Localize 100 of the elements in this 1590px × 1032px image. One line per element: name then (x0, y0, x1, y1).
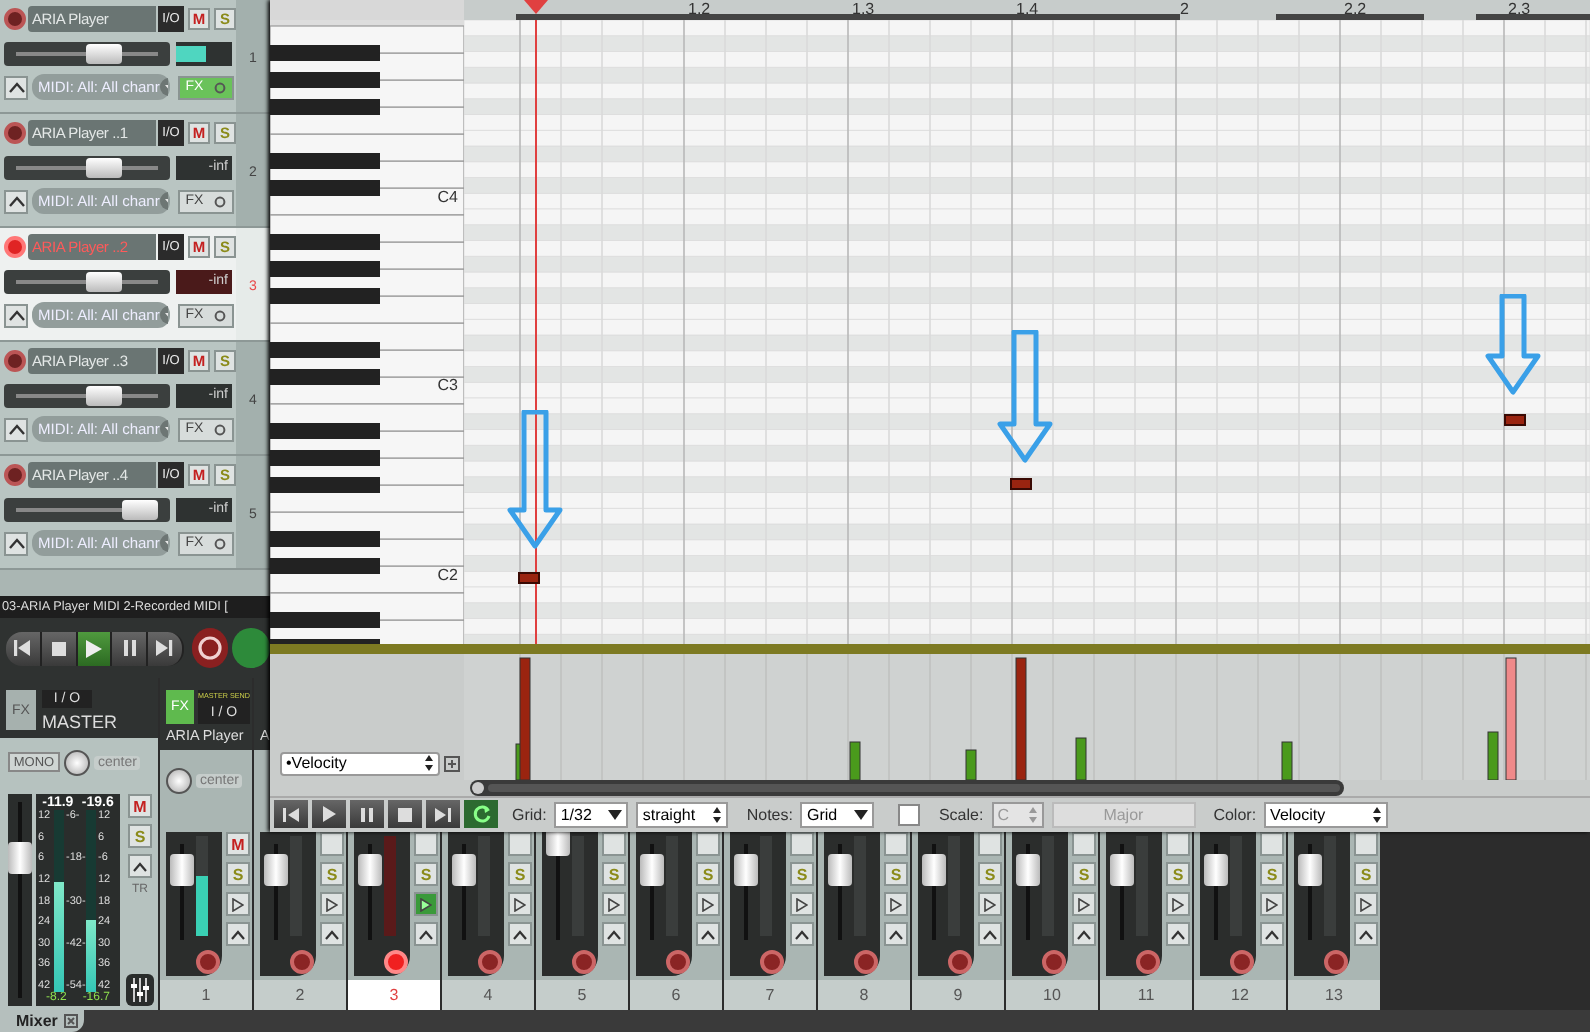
record-arm-button[interactable] (760, 950, 784, 974)
fader-thumb[interactable] (452, 853, 476, 886)
solo-button[interactable]: S (1072, 862, 1096, 886)
slider-thumb[interactable] (85, 271, 122, 291)
mute-button[interactable] (1072, 832, 1096, 856)
monitor-button[interactable] (1260, 892, 1284, 916)
envelope-button[interactable] (1260, 922, 1284, 946)
solo-button[interactable]: S (696, 862, 720, 886)
envelope-button[interactable] (884, 922, 908, 946)
monitor-button[interactable] (1072, 892, 1096, 916)
monitor-button[interactable] (414, 892, 438, 916)
mute-button[interactable] (1260, 832, 1284, 856)
skip-back-button[interactable] (274, 800, 308, 829)
fader-thumb[interactable] (828, 853, 852, 886)
swing-dropdown[interactable]: straight (636, 801, 729, 828)
play-button[interactable] (312, 800, 346, 829)
solo-button[interactable]: S (128, 824, 152, 848)
skip-forward-button[interactable] (426, 800, 460, 829)
volume-fader[interactable] (8, 794, 32, 1006)
monitor-button[interactable] (508, 892, 532, 916)
strip-number[interactable]: 9 (912, 980, 1004, 1010)
record-arm-button[interactable] (384, 950, 408, 974)
solo-button[interactable]: S (508, 862, 532, 886)
record-arm-button[interactable] (666, 950, 690, 974)
solo-button[interactable]: S (602, 862, 626, 886)
record-arm-button[interactable] (572, 950, 596, 974)
strip-number[interactable]: 4 (442, 980, 534, 1010)
repeat-button[interactable] (464, 800, 498, 829)
grid-size-dropdown[interactable]: 1/32 (554, 801, 629, 828)
pause-button[interactable] (112, 631, 148, 665)
fader-thumb[interactable] (1110, 853, 1134, 886)
mute-button[interactable] (978, 832, 1002, 856)
scale-checkbox[interactable] (898, 803, 921, 826)
volume-slider[interactable] (4, 155, 170, 179)
envelope-button[interactable] (978, 922, 1002, 946)
play-button[interactable] (77, 631, 113, 665)
strip-number[interactable]: 10 (1006, 980, 1098, 1010)
record-arm-button[interactable] (1042, 950, 1066, 974)
volume-slider[interactable] (4, 41, 170, 65)
strip-number[interactable]: 1 (160, 980, 252, 1010)
slider-thumb[interactable] (85, 157, 122, 177)
envelope-button[interactable] (414, 922, 438, 946)
monitor-button[interactable] (978, 892, 1002, 916)
strip-number[interactable]: 3 (348, 980, 440, 1010)
mute-button[interactable] (884, 832, 908, 856)
record-arm-button[interactable] (854, 950, 878, 974)
strip-number[interactable]: 2 (254, 980, 346, 1010)
mute-button[interactable] (790, 832, 814, 856)
solo-button[interactable]: S (884, 862, 908, 886)
envelope-button[interactable] (320, 922, 344, 946)
record-arm-button[interactable] (4, 464, 26, 486)
mute-button[interactable]: M (226, 832, 250, 856)
monitor-button[interactable] (226, 892, 250, 916)
envelope-button[interactable] (4, 303, 28, 327)
strip-number[interactable]: 8 (818, 980, 910, 1010)
slider-thumb[interactable] (85, 43, 122, 63)
fader-thumb[interactable] (358, 853, 382, 886)
mixer-tab[interactable]: Mixer (0, 1010, 84, 1032)
solo-button[interactable]: S (320, 862, 344, 886)
strip-number[interactable]: 11 (1100, 980, 1192, 1010)
fader-thumb[interactable] (8, 841, 32, 874)
envelope-button[interactable] (128, 854, 152, 878)
envelope-button[interactable] (4, 189, 28, 213)
record-arm-button[interactable] (948, 950, 972, 974)
stop-button[interactable] (41, 631, 77, 665)
skip-back-button[interactable] (6, 631, 42, 665)
record-arm-button[interactable] (290, 950, 314, 974)
stop-button[interactable] (388, 800, 422, 829)
solo-button[interactable]: S (414, 862, 438, 886)
envelope-button[interactable] (226, 922, 250, 946)
pause-button[interactable] (350, 800, 384, 829)
fader-thumb[interactable] (734, 853, 758, 886)
repeat-button[interactable] (232, 628, 270, 668)
fader-thumb[interactable] (264, 853, 288, 886)
mixer-icon[interactable] (126, 974, 154, 1006)
slider-thumb[interactable] (122, 499, 159, 519)
solo-button[interactable]: S (1354, 862, 1378, 886)
solo-button[interactable]: S (790, 862, 814, 886)
note-snap-dropdown[interactable]: Grid (800, 801, 875, 828)
strip-number[interactable]: 12 (1194, 980, 1286, 1010)
pan-knob[interactable] (166, 767, 192, 793)
skip-forward-button[interactable] (148, 631, 184, 665)
envelope-button[interactable] (4, 531, 28, 555)
record-arm-button[interactable] (4, 122, 26, 144)
mute-button[interactable] (602, 832, 626, 856)
envelope-button[interactable] (1166, 922, 1190, 946)
add-lane-icon[interactable] (444, 755, 460, 772)
solo-button[interactable]: S (1260, 862, 1284, 886)
fader-thumb[interactable] (170, 853, 194, 886)
monitor-button[interactable] (320, 892, 344, 916)
fader-thumb[interactable] (1204, 853, 1228, 886)
record-arm-button[interactable] (196, 950, 220, 974)
envelope-button[interactable] (1072, 922, 1096, 946)
mute-button[interactable] (320, 832, 344, 856)
monitor-button[interactable] (1166, 892, 1190, 916)
monitor-button[interactable] (884, 892, 908, 916)
mute-button[interactable] (414, 832, 438, 856)
volume-slider[interactable] (4, 497, 170, 521)
record-arm-button[interactable] (4, 8, 26, 30)
record-arm-button[interactable] (1324, 950, 1348, 974)
